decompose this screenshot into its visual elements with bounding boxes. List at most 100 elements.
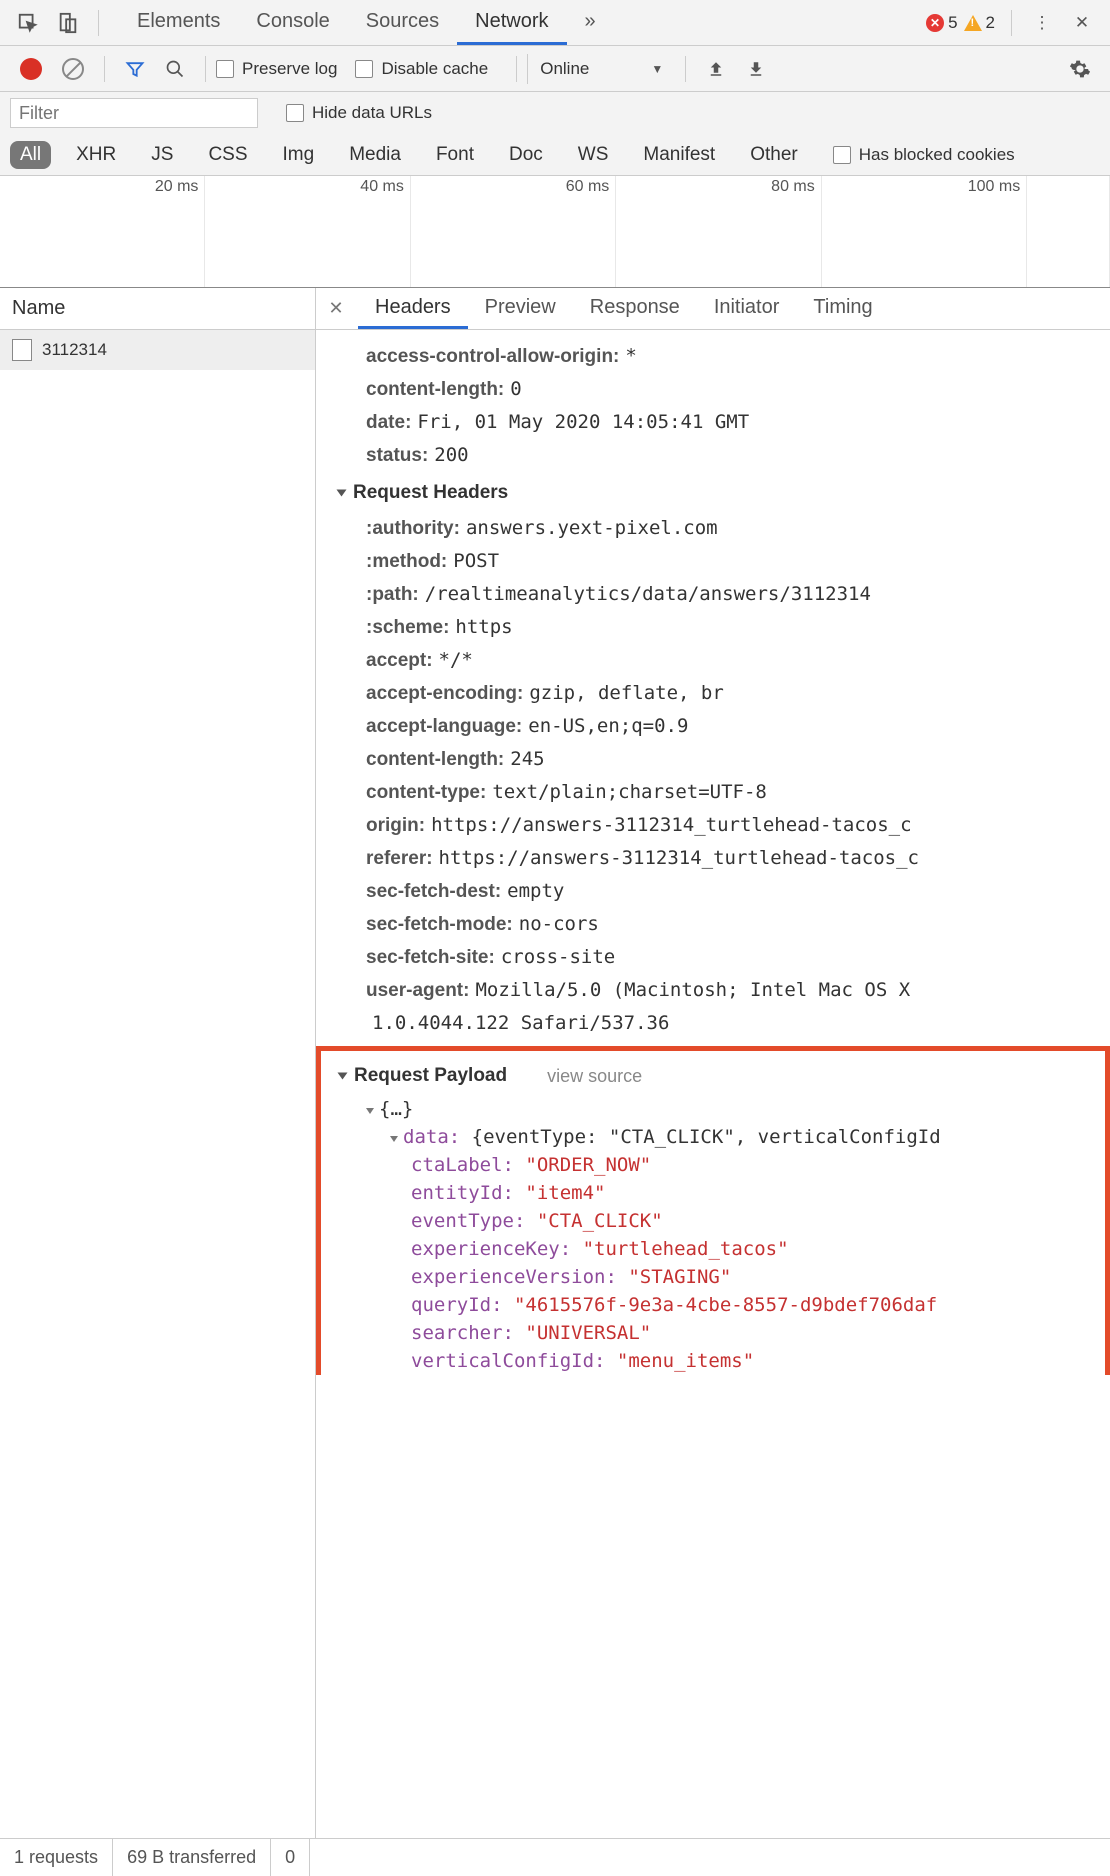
filter-bar: Hide data URLs <box>0 92 1110 134</box>
warning-number: 2 <box>986 13 995 33</box>
payload-field: verticalConfigId: "menu_items" <box>321 1347 1105 1375</box>
download-icon[interactable] <box>742 55 770 83</box>
type-font[interactable]: Font <box>426 141 484 169</box>
header-row: status:200 <box>316 439 1110 472</box>
header-row: content-type:text/plain;charset=UTF-8 <box>316 776 1110 809</box>
timeline-overview[interactable]: 20 ms 40 ms 60 ms 80 ms 100 ms <box>0 176 1110 288</box>
hide-data-urls-checkbox[interactable]: Hide data URLs <box>286 103 432 123</box>
divider <box>98 10 99 36</box>
type-xhr[interactable]: XHR <box>66 141 126 169</box>
tab-elements[interactable]: Elements <box>119 0 238 45</box>
name-column-header[interactable]: Name <box>0 288 315 330</box>
detail-tab-preview[interactable]: Preview <box>468 288 573 329</box>
tab-console[interactable]: Console <box>238 0 347 45</box>
detail-tab-timing[interactable]: Timing <box>796 288 889 329</box>
header-row: referer:https://answers-3112314_turtlehe… <box>316 842 1110 875</box>
has-blocked-label: Has blocked cookies <box>859 145 1015 165</box>
request-headers-toggle[interactable]: Request Headers <box>316 472 1110 512</box>
view-source-link[interactable]: view source <box>547 1066 642 1087</box>
type-doc[interactable]: Doc <box>499 141 553 169</box>
status-resources: 0 <box>271 1839 310 1876</box>
header-row: :authority:answers.yext-pixel.com <box>316 512 1110 545</box>
header-row: origin:https://answers-3112314_turtlehea… <box>316 809 1110 842</box>
device-toggle-icon[interactable] <box>54 9 82 37</box>
divider <box>1011 10 1012 36</box>
error-count[interactable]: ✕ 5 <box>926 13 957 33</box>
network-controls: Preserve log Disable cache Online ▼ <box>0 46 1110 92</box>
gear-icon[interactable] <box>1066 55 1094 83</box>
search-icon[interactable] <box>161 55 189 83</box>
warning-count[interactable]: 2 <box>964 13 995 33</box>
has-blocked-cookies-checkbox[interactable]: Has blocked cookies <box>833 145 1015 165</box>
kebab-menu-icon[interactable]: ⋮ <box>1028 9 1056 37</box>
request-payload-highlight: Request Payload view source {…} data: {e… <box>316 1046 1110 1375</box>
request-payload-toggle[interactable]: Request Payload view source <box>321 1055 1105 1095</box>
chevron-down-icon: ▼ <box>651 62 663 76</box>
detail-tab-response[interactable]: Response <box>573 288 697 329</box>
type-img[interactable]: Img <box>273 141 325 169</box>
headers-scroll[interactable]: access-control-allow-origin:* content-len… <box>316 330 1110 1838</box>
request-list: Name 3112314 <box>0 288 316 1838</box>
header-row: access-control-allow-origin:* <box>316 340 1110 373</box>
divider <box>104 56 105 82</box>
filter-input[interactable] <box>10 98 258 128</box>
header-row: user-agent:Mozilla/5.0 (Macintosh; Intel… <box>316 974 1110 1007</box>
warning-icon <box>964 15 982 31</box>
tab-sources[interactable]: Sources <box>348 0 457 45</box>
header-row: accept:*/* <box>316 644 1110 677</box>
checkbox-icon <box>216 60 234 78</box>
payload-field: experienceKey: "turtlehead_tacos" <box>321 1235 1105 1263</box>
inspect-element-icon[interactable] <box>14 9 42 37</box>
divider <box>205 56 206 82</box>
detail-tab-initiator[interactable]: Initiator <box>697 288 797 329</box>
error-icon: ✕ <box>926 14 944 32</box>
request-detail: ✕ Headers Preview Response Initiator Tim… <box>316 288 1110 1838</box>
tick-label: 20 ms <box>155 178 199 196</box>
type-js[interactable]: JS <box>141 141 183 169</box>
filter-icon[interactable] <box>121 55 149 83</box>
throttling-select[interactable]: Online ▼ <box>527 54 675 84</box>
detail-tabs: ✕ Headers Preview Response Initiator Tim… <box>316 288 1110 330</box>
disclosure-triangle-icon <box>337 490 347 497</box>
payload-field: eventType: "CTA_CLICK" <box>321 1207 1105 1235</box>
detail-tab-headers[interactable]: Headers <box>358 288 468 329</box>
request-name: 3112314 <box>42 340 107 360</box>
type-ws[interactable]: WS <box>568 141 619 169</box>
disable-cache-checkbox[interactable]: Disable cache <box>355 59 488 79</box>
close-detail-icon[interactable]: ✕ <box>324 298 348 319</box>
type-filters: All XHR JS CSS Img Media Font Doc WS Man… <box>0 134 1110 176</box>
status-transferred: 69 B transferred <box>113 1839 271 1876</box>
tick-label: 100 ms <box>968 178 1020 196</box>
preserve-log-checkbox[interactable]: Preserve log <box>216 59 337 79</box>
clear-button[interactable] <box>62 58 84 80</box>
payload-field: searcher: "UNIVERSAL" <box>321 1319 1105 1347</box>
checkbox-icon <box>833 146 851 164</box>
record-button[interactable] <box>20 58 42 80</box>
type-css[interactable]: CSS <box>198 141 257 169</box>
request-row[interactable]: 3112314 <box>0 330 315 370</box>
type-manifest[interactable]: Manifest <box>633 141 725 169</box>
type-media[interactable]: Media <box>339 141 411 169</box>
type-all[interactable]: All <box>10 141 51 169</box>
disclosure-triangle-icon <box>366 1108 374 1114</box>
divider <box>685 56 686 82</box>
header-row: sec-fetch-site:cross-site <box>316 941 1110 974</box>
tab-network[interactable]: Network <box>457 0 566 45</box>
payload-data-row[interactable]: data: {eventType: "CTA_CLICK", verticalC… <box>321 1123 1105 1151</box>
upload-icon[interactable] <box>702 55 730 83</box>
status-requests: 1 requests <box>0 1839 113 1876</box>
divider <box>516 56 517 82</box>
panel-tabs: Elements Console Sources Network » <box>119 0 926 45</box>
disable-cache-label: Disable cache <box>381 59 488 79</box>
type-other[interactable]: Other <box>740 141 808 169</box>
section-title: Request Payload <box>354 1065 507 1087</box>
preserve-log-label: Preserve log <box>242 59 337 79</box>
throttle-value: Online <box>540 59 589 79</box>
file-icon <box>12 339 32 361</box>
hide-data-urls-label: Hide data URLs <box>312 103 432 123</box>
close-icon[interactable]: ✕ <box>1068 9 1096 37</box>
payload-root[interactable]: {…} <box>321 1095 1105 1123</box>
header-row: :path:/realtimeanalytics/data/answers/31… <box>316 578 1110 611</box>
header-row: content-length:245 <box>316 743 1110 776</box>
tab-more[interactable]: » <box>567 0 614 45</box>
